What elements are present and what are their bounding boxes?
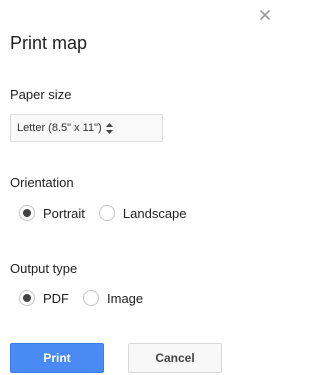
radio-unchecked-icon xyxy=(98,205,115,221)
orientation-label: Orientation xyxy=(10,175,74,190)
print-map-dialog: Print map Paper size Letter (8.5" x 11")… xyxy=(0,0,282,375)
paper-size-value: Letter (8.5" x 11") xyxy=(17,122,102,134)
portrait-radio-label: Portrait xyxy=(43,205,85,221)
landscape-radio-label: Landscape xyxy=(122,205,187,221)
dialog-title: Print map xyxy=(10,33,88,53)
updown-arrows-icon xyxy=(105,122,113,134)
pdf-radio[interactable]: PDF xyxy=(19,290,69,306)
paper-size-label: Paper size xyxy=(10,87,72,102)
output-type-label: Output type xyxy=(10,261,78,276)
cancel-button[interactable]: Cancel xyxy=(128,343,222,373)
radio-unchecked-icon xyxy=(83,290,99,306)
pdf-radio-label: PDF xyxy=(43,290,69,306)
output-type-radio-group: PDF Image xyxy=(19,290,143,306)
radio-checked-icon xyxy=(19,205,35,221)
image-radio-label: Image xyxy=(107,290,144,306)
close-icon[interactable] xyxy=(258,8,272,22)
image-radio[interactable]: Image xyxy=(83,290,143,306)
paper-size-select[interactable]: Letter (8.5" x 11") xyxy=(10,114,163,142)
landscape-radio[interactable]: Landscape xyxy=(98,205,187,221)
portrait-radio[interactable]: Portrait xyxy=(19,205,85,221)
print-button[interactable]: Print xyxy=(10,343,104,373)
orientation-radio-group: Portrait Landscape xyxy=(19,205,187,221)
radio-checked-icon xyxy=(19,290,35,306)
